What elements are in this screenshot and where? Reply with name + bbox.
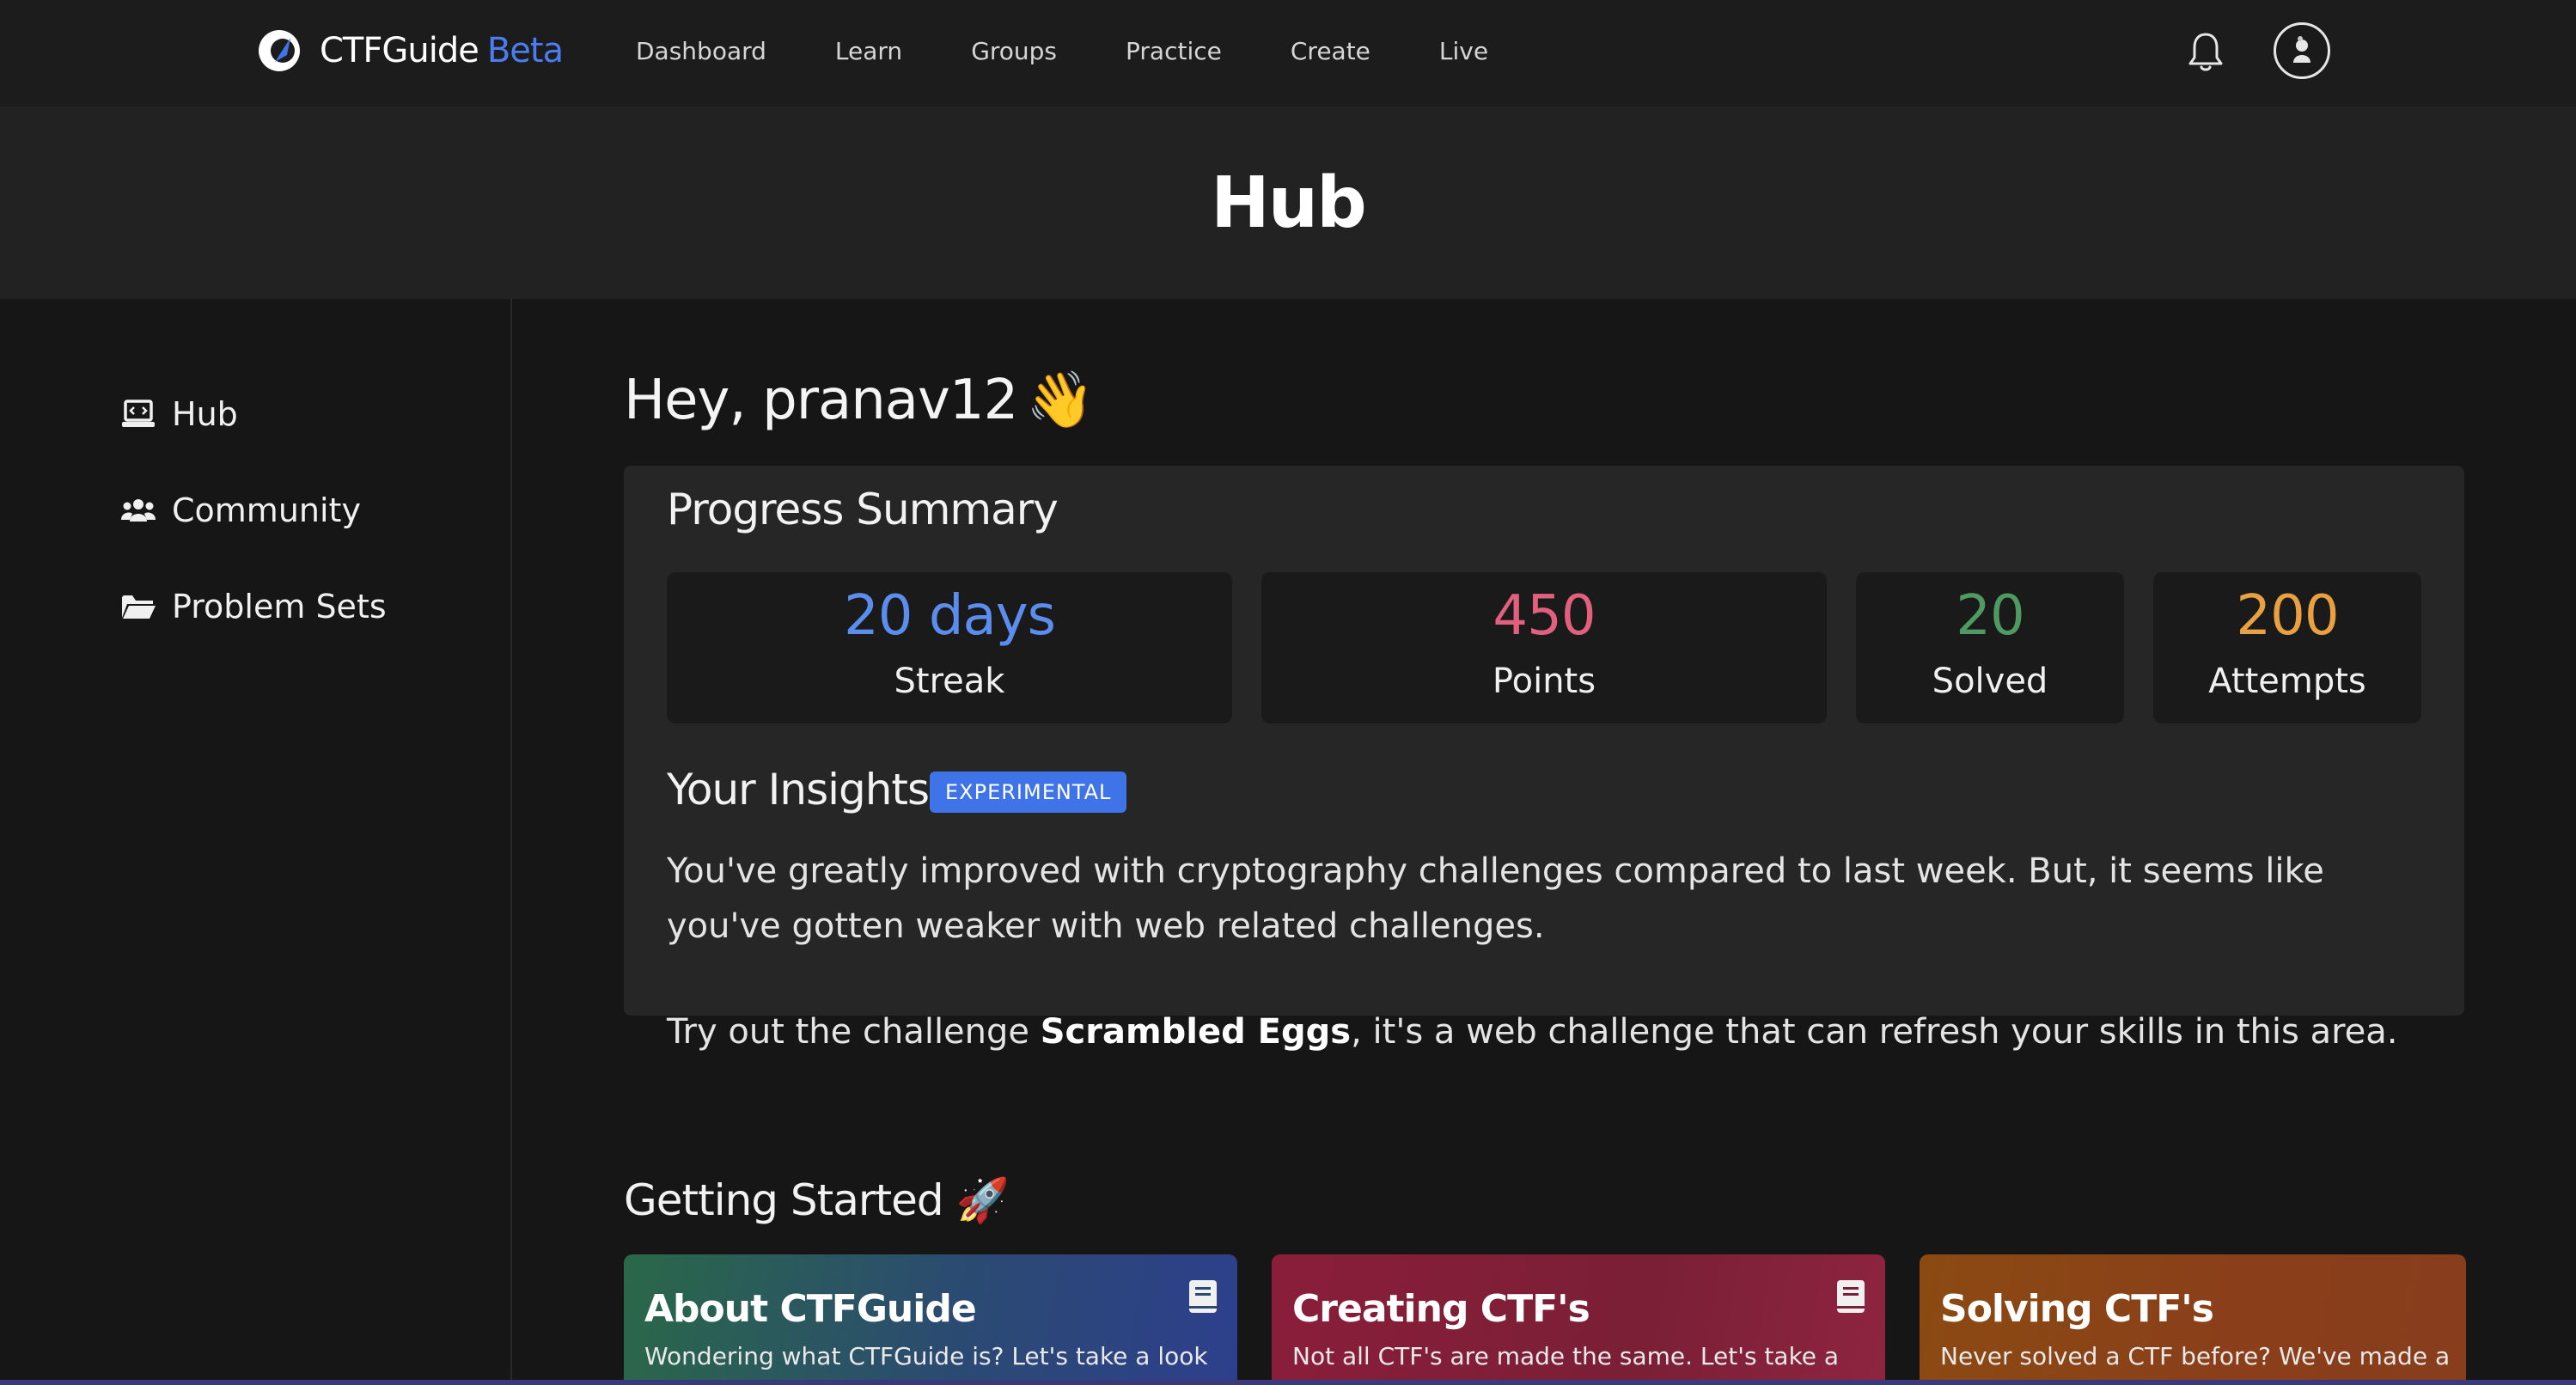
rocket-icon: 🚀 [955, 1175, 1009, 1225]
brand-name: CTFGuide Beta [320, 31, 564, 70]
stat-card-points: 450 Points [1261, 572, 1827, 723]
stat-value: 20 [1956, 584, 2024, 648]
stat-card-streak: 20 days Streak [667, 572, 1232, 723]
stat-label: Solved [1932, 662, 2048, 701]
nav-links: Dashboard Learn Groups Practice Create L… [636, 34, 1557, 69]
card-solving-ctfs[interactable]: Solving CTF's Never solved a CTF before?… [1920, 1254, 2466, 1385]
card-creating-ctfs[interactable]: Creating CTF's Not all CTF's are made th… [1272, 1254, 1885, 1385]
stat-value: 200 [2236, 584, 2339, 648]
window-bottom-edge [0, 1380, 2576, 1385]
card-description: Not all CTF's are made the same. Let's t… [1292, 1342, 1840, 1370]
insights-text: You've greatly improved with cryptograph… [667, 851, 2324, 946]
page-title: Hub [1211, 162, 1367, 244]
card-title: Creating CTF's [1292, 1287, 1590, 1331]
nav-link-learn[interactable]: Learn [835, 34, 902, 69]
card-title: About CTFGuide [644, 1287, 977, 1331]
sidebar-item-community[interactable]: Community [120, 491, 361, 529]
stat-label: Points [1492, 662, 1596, 701]
book-icon [1189, 1280, 1217, 1313]
nav-link-groups[interactable]: Groups [971, 34, 1057, 69]
folder-open-icon [122, 595, 156, 619]
sidebar-item-label: Community [172, 491, 361, 529]
card-description: Never solved a CTF before? We've made a [1940, 1342, 2451, 1370]
insights-recommendation: Try out the challenge Scrambled Eggs, it… [667, 1012, 2398, 1052]
nav-link-practice[interactable]: Practice [1126, 34, 1222, 69]
sidebar: Hub Community Problem Sets [0, 299, 512, 1385]
top-navbar: CTFGuide Beta Dashboard Learn Groups Prac… [0, 0, 2576, 107]
recommended-challenge-link[interactable]: Scrambled Eggs [1041, 1012, 1351, 1052]
nav-link-live[interactable]: Live [1439, 34, 1488, 69]
nav-link-create[interactable]: Create [1291, 34, 1370, 69]
progress-summary-title: Progress Summary [667, 485, 1059, 534]
brand-beta-tag: Beta [486, 31, 564, 70]
stat-label: Streak [894, 662, 1005, 701]
page-header: Hub [0, 107, 2576, 299]
sidebar-item-hub[interactable]: Hub [120, 395, 238, 433]
stat-value: 450 [1492, 584, 1596, 648]
sidebar-item-problem-sets[interactable]: Problem Sets [120, 588, 387, 625]
waving-hand-icon: 👋 [1026, 369, 1095, 432]
users-icon [121, 499, 156, 522]
greeting: Hey, pranav12 👋 [624, 368, 1095, 432]
getting-started-title: Getting Started 🚀 [624, 1175, 1010, 1225]
stat-value: 20 days [844, 584, 1056, 648]
stat-label: Attempts [2208, 662, 2366, 701]
greeting-text: Hey, pranav12 [624, 369, 1018, 432]
card-about-ctfguide[interactable]: About CTFGuide Wondering what CTFGuide i… [624, 1254, 1237, 1385]
avatar-image [2293, 36, 2310, 63]
card-title: Solving CTF's [1940, 1287, 2214, 1331]
stat-card-attempts: 200 Attempts [2153, 572, 2421, 723]
progress-summary-panel: Progress Summary 20 days Streak 450 Poin… [624, 466, 2464, 1052]
notification-bell-icon[interactable] [2186, 29, 2225, 74]
laptop-code-icon [122, 400, 155, 427]
nav-link-dashboard[interactable]: Dashboard [636, 34, 766, 69]
ctfguide-logo-icon [259, 30, 300, 71]
card-description: Wondering what CTFGuide is? Let's take a… [644, 1342, 1208, 1370]
sidebar-item-label: Hub [172, 395, 238, 433]
stat-card-solved: 20 Solved [1856, 572, 2124, 723]
brand[interactable]: CTFGuide Beta [256, 26, 564, 76]
insights-title: Your Insights [667, 765, 930, 815]
book-icon [1837, 1280, 1865, 1313]
user-avatar[interactable] [2274, 22, 2330, 79]
experimental-badge: EXPERIMENTAL [930, 772, 1127, 813]
sidebar-item-label: Problem Sets [172, 588, 387, 625]
